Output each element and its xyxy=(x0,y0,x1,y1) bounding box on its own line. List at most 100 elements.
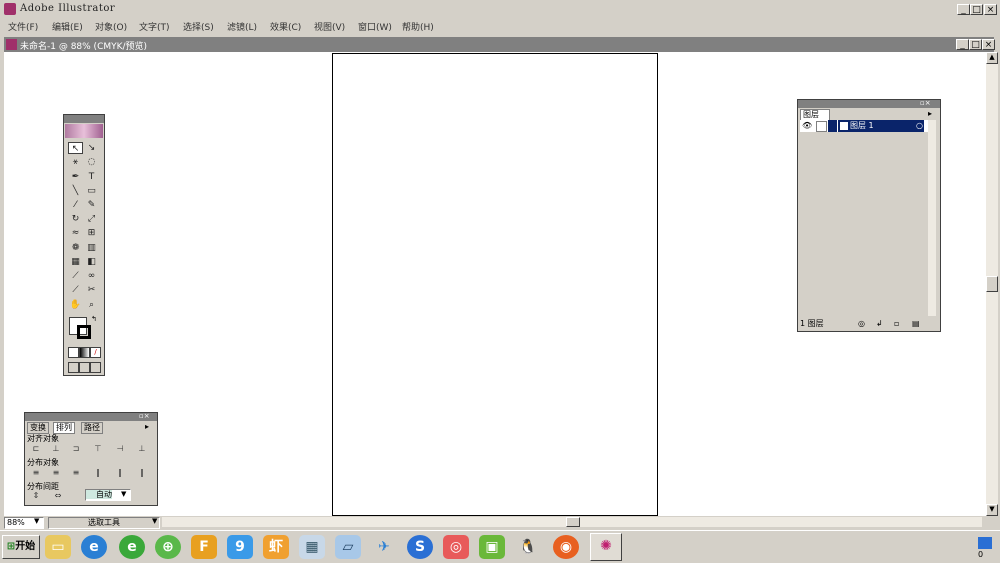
firefox-icon[interactable]: ◉ xyxy=(553,535,579,559)
selection-tool-icon[interactable]: ↖ xyxy=(68,142,83,154)
make-clipping-mask-icon[interactable]: ◎ xyxy=(858,318,865,329)
doc-close-button[interactable]: × xyxy=(982,39,995,50)
align-bottom-icon[interactable]: ⊥ xyxy=(137,445,147,453)
layer-lock-icon[interactable] xyxy=(816,121,827,132)
gradient-tool-icon[interactable]: ◧ xyxy=(84,256,99,268)
close-button[interactable]: × xyxy=(984,4,997,15)
graph-tool-icon[interactable]: ▥ xyxy=(84,242,99,254)
iqiyi-icon[interactable]: ▣ xyxy=(479,535,505,559)
distribute-top-icon[interactable]: ≡ xyxy=(31,469,41,477)
screen-mode-standard-icon[interactable] xyxy=(68,362,79,373)
menu-view[interactable]: 视图(V) xyxy=(314,20,345,33)
zoom-dropdown-icon[interactable]: ▼ xyxy=(34,517,42,527)
scroll-up-icon[interactable]: ▲ xyxy=(986,52,998,64)
360-browser-icon[interactable]: e xyxy=(119,535,145,559)
pencil-tool-icon[interactable]: ✎ xyxy=(84,199,99,211)
artboard[interactable] xyxy=(332,53,658,516)
line-tool-icon[interactable]: ╲ xyxy=(68,185,83,197)
layer-target-icon[interactable]: ○ xyxy=(916,121,923,130)
tools-palette-header[interactable] xyxy=(64,115,104,123)
pen-tool-icon[interactable]: ✒ xyxy=(68,171,83,183)
horizontal-scroll-thumb[interactable] xyxy=(566,517,580,527)
distribute-left-icon[interactable]: ‖ xyxy=(93,469,103,477)
distribute-hspace-icon[interactable]: ⇔ xyxy=(53,492,63,500)
none-mode-icon[interactable]: / xyxy=(90,347,101,358)
align-left-icon[interactable]: ⊏ xyxy=(31,445,41,453)
scissors-tool-icon[interactable]: ✂ xyxy=(84,284,99,296)
show-desktop-icon[interactable]: ▭ xyxy=(45,535,71,559)
align-right-icon[interactable]: ⊐ xyxy=(71,445,81,453)
align-vcenter-icon[interactable]: ⊣ xyxy=(115,445,125,453)
layers-close-icon[interactable]: ▫× xyxy=(920,99,931,107)
swap-colors-icon[interactable]: ↰ xyxy=(91,315,97,323)
distribute-vcenter-icon[interactable]: ≡ xyxy=(51,469,61,477)
layer-row[interactable]: 👁 图层 1 ○ xyxy=(800,120,935,132)
lasso-tool-icon[interactable]: ◌ xyxy=(84,156,99,168)
menu-effect[interactable]: 效果(C) xyxy=(270,20,301,33)
menu-file[interactable]: 文件(F) xyxy=(8,20,38,33)
symbol-sprayer-tool-icon[interactable]: ❁ xyxy=(68,242,83,254)
warp-tool-icon[interactable]: ≈ xyxy=(68,227,83,239)
start-button[interactable]: ⊞开始 xyxy=(2,535,40,559)
layer-visibility-eye-icon[interactable]: 👁 xyxy=(802,121,812,130)
minimize-button[interactable]: _ xyxy=(957,4,970,15)
align-menu-icon[interactable]: ▸ xyxy=(145,422,149,431)
vertical-scroll-thumb[interactable] xyxy=(986,276,998,292)
menu-type[interactable]: 文字(T) xyxy=(139,20,170,33)
menu-help[interactable]: 帮助(H) xyxy=(402,20,434,33)
app-f-icon[interactable]: F xyxy=(191,535,217,559)
align-hcenter-icon[interactable]: ⊥ xyxy=(51,445,61,453)
hand-tool-icon[interactable]: ✋ xyxy=(68,299,83,311)
network-tray-icon[interactable] xyxy=(978,537,992,549)
direct-selection-tool-icon[interactable]: ↘ xyxy=(84,142,99,154)
scroll-down-icon[interactable]: ▼ xyxy=(986,504,998,516)
video-app-icon[interactable]: ◎ xyxy=(443,535,469,559)
status-dropdown-icon[interactable]: ▼ xyxy=(152,517,160,527)
align-top-icon[interactable]: ⊤ xyxy=(93,445,103,453)
vertical-scrollbar[interactable]: ▲ ▼ xyxy=(986,52,998,516)
360-safe-icon[interactable]: ⊕ xyxy=(155,535,181,559)
xiami-music-icon[interactable]: 虾 xyxy=(263,535,289,559)
illustrator-taskbar-icon[interactable]: ✺ xyxy=(590,533,622,561)
distribute-vspace-icon[interactable]: ⇕ xyxy=(31,492,41,500)
paintbrush-tool-icon[interactable]: ⁄ xyxy=(68,199,83,211)
tab-pathfinder[interactable]: 路径 xyxy=(81,422,103,434)
screen-mode-full-menu-icon[interactable] xyxy=(79,362,90,373)
free-transform-tool-icon[interactable]: ⊞ xyxy=(84,227,99,239)
app-9-icon[interactable]: 9 xyxy=(227,535,253,559)
sogou-icon[interactable]: S xyxy=(407,535,433,559)
color-mode-icon[interactable] xyxy=(68,347,79,358)
layers-scrollbar[interactable] xyxy=(928,120,936,316)
doc-minimize-button[interactable]: _ xyxy=(956,39,969,50)
slice-tool-icon[interactable]: ⟋ xyxy=(68,284,83,296)
status-tool-field[interactable]: 选取工具 xyxy=(48,517,160,529)
layers-palette-header[interactable]: ▫× xyxy=(798,99,940,108)
menu-filter[interactable]: 滤镜(L) xyxy=(227,20,257,33)
calculator-icon[interactable]: ▦ xyxy=(299,535,325,559)
distribute-hcenter-icon[interactable]: ‖ xyxy=(115,469,125,477)
horizontal-scrollbar[interactable] xyxy=(162,517,982,527)
align-close-icon[interactable]: ▫× xyxy=(139,412,150,420)
magic-wand-tool-icon[interactable]: ⚹ xyxy=(68,156,83,168)
zoom-tool-icon[interactable]: ⌕ xyxy=(84,299,99,311)
distribute-right-icon[interactable]: ‖ xyxy=(137,469,147,477)
menu-select[interactable]: 选择(S) xyxy=(183,20,214,33)
screen-mode-full-icon[interactable] xyxy=(90,362,101,373)
rectangle-tool-icon[interactable]: ▭ xyxy=(84,185,99,197)
menu-object[interactable]: 对象(O) xyxy=(95,20,127,33)
layers-menu-icon[interactable]: ▸ xyxy=(928,109,932,118)
new-layer-icon[interactable]: ▫ xyxy=(894,318,899,329)
maximize-button[interactable]: □ xyxy=(970,4,983,15)
blend-tool-icon[interactable]: ∞ xyxy=(84,270,99,282)
ie-browser-icon[interactable]: e xyxy=(81,535,107,559)
menu-edit[interactable]: 编辑(E) xyxy=(52,20,83,33)
new-sublayer-icon[interactable]: ↲ xyxy=(876,318,883,329)
type-tool-icon[interactable]: T xyxy=(84,171,99,183)
distribute-bottom-icon[interactable]: ≡ xyxy=(71,469,81,477)
align-palette-header[interactable]: ▫× xyxy=(25,412,157,421)
eyedropper-tool-icon[interactable]: ⟋ xyxy=(68,270,83,282)
mesh-tool-icon[interactable]: ▦ xyxy=(68,256,83,268)
spacing-dropdown-icon[interactable]: ▼ xyxy=(121,490,126,498)
qq-icon[interactable]: 🐧 xyxy=(515,535,541,559)
rotate-tool-icon[interactable]: ↻ xyxy=(68,213,83,225)
